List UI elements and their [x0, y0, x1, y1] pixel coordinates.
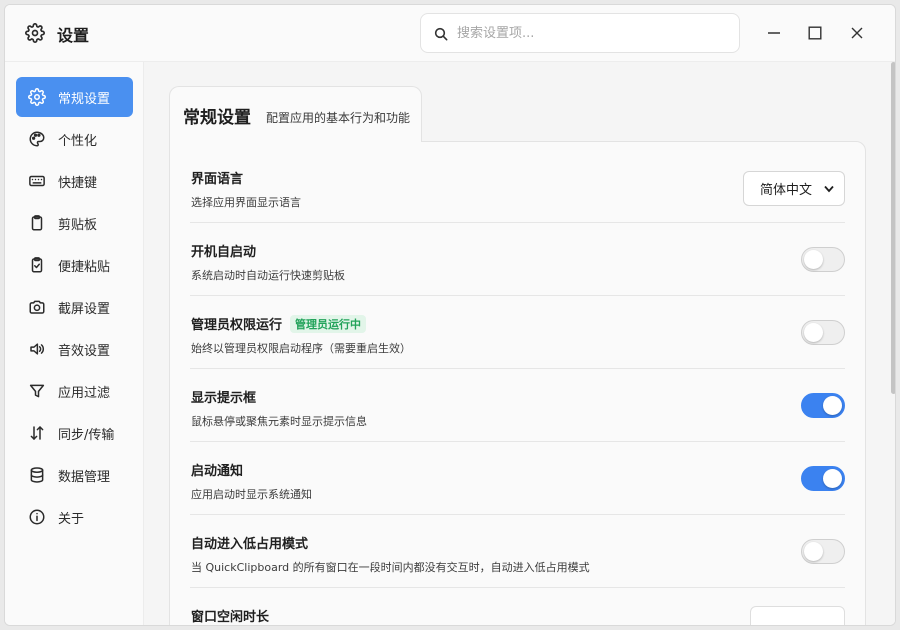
- sidebar-item-label: 剪贴板: [58, 217, 98, 233]
- clipboard-check-icon: [31, 257, 43, 273]
- speaker-icon: [30, 343, 44, 355]
- sidebar-item-sync[interactable]: 同步/传输: [16, 413, 133, 453]
- main-content: 常规设置 配置应用的基本行为和功能 界面语言 选择应用界面显示语言 简体中文 开…: [144, 62, 895, 625]
- setting-desc: 系统启动时自动运行快速剪贴板: [191, 269, 345, 282]
- setting-row-idle-duration: 窗口空闲时长: [190, 588, 845, 625]
- setting-title: 自动进入低占用模式: [191, 537, 309, 552]
- toggle-knob: [823, 396, 842, 415]
- section-title: 常规设置: [183, 108, 251, 128]
- idle-duration-input[interactable]: [750, 606, 845, 625]
- status-badge: 管理员运行中: [290, 314, 367, 333]
- filter-icon: [29, 384, 45, 398]
- sidebar-item-label: 便捷粘贴: [58, 259, 111, 275]
- sidebar-item-quick-paste[interactable]: 便捷粘贴: [16, 245, 133, 285]
- setting-title: 界面语言: [191, 172, 244, 187]
- search-icon: [434, 27, 448, 41]
- notification-toggle[interactable]: [801, 466, 845, 491]
- low-usage-toggle[interactable]: [801, 539, 845, 564]
- setting-desc: 鼠标悬停或聚焦元素时显示提示信息: [191, 415, 367, 428]
- setting-row-language: 界面语言 选择应用界面显示语言 简体中文: [190, 150, 845, 223]
- toggle-knob: [823, 469, 842, 488]
- setting-title: 开机自启动: [191, 245, 257, 260]
- sidebar-item-shortcuts[interactable]: 快捷键: [16, 161, 133, 201]
- sidebar-item-label: 同步/传输: [58, 427, 115, 443]
- window-title: 设置: [57, 26, 90, 45]
- language-select[interactable]: 简体中文: [743, 171, 845, 206]
- sidebar-item-label: 音效设置: [58, 343, 111, 359]
- toggle-knob: [804, 250, 823, 269]
- settings-window: 设置 常规设置 个性化 快捷键: [4, 4, 896, 626]
- close-button[interactable]: [843, 19, 871, 47]
- sidebar-item-personalize[interactable]: 个性化: [16, 119, 133, 159]
- tab-general[interactable]: 常规设置 配置应用的基本行为和功能: [169, 86, 422, 142]
- toggle-knob: [804, 323, 823, 342]
- sidebar-item-label: 关于: [58, 511, 85, 527]
- search-input[interactable]: [457, 22, 727, 44]
- clipboard-icon: [31, 215, 43, 231]
- sidebar-item-label: 截屏设置: [58, 301, 111, 317]
- close-icon: [851, 27, 863, 39]
- setting-title: 显示提示框: [191, 391, 257, 406]
- minimize-icon: [768, 32, 780, 34]
- title-bar: 设置: [5, 5, 895, 62]
- sidebar-item-clipboard[interactable]: 剪贴板: [16, 203, 133, 243]
- info-icon: [29, 509, 45, 525]
- chevron-down-icon: [824, 185, 834, 193]
- minimize-button[interactable]: [760, 19, 788, 47]
- setting-desc: 始终以管理员权限启动程序（需要重启生效）: [191, 342, 411, 355]
- admin-toggle[interactable]: [801, 320, 845, 345]
- sidebar-item-label: 数据管理: [58, 469, 111, 485]
- sidebar-item-about[interactable]: 关于: [16, 497, 133, 537]
- section-subtitle: 配置应用的基本行为和功能: [266, 111, 411, 125]
- palette-icon: [29, 131, 45, 147]
- language-select-value: 简体中文: [760, 183, 813, 198]
- setting-row-low-usage: 自动进入低占用模式 当 QuickClipboard 的所有窗口在一段时间内都没…: [190, 515, 845, 588]
- camera-icon: [29, 300, 45, 314]
- setting-row-tooltip: 显示提示框 鼠标悬停或聚焦元素时显示提示信息: [190, 369, 845, 442]
- sidebar-item-label: 应用过滤: [58, 385, 111, 401]
- setting-desc: 应用启动时显示系统通知: [191, 488, 312, 501]
- sidebar-item-label: 常规设置: [58, 91, 111, 107]
- setting-title: 启动通知: [191, 464, 244, 479]
- setting-title: 管理员权限运行 管理员运行中: [191, 314, 367, 333]
- setting-row-notification: 启动通知 应用启动时显示系统通知: [190, 442, 845, 515]
- setting-row-autostart: 开机自启动 系统启动时自动运行快速剪贴板: [190, 223, 845, 296]
- sidebar-item-app-filter[interactable]: 应用过滤: [16, 371, 133, 411]
- search-box[interactable]: [420, 13, 740, 53]
- sidebar-item-sound[interactable]: 音效设置: [16, 329, 133, 369]
- setting-row-admin: 管理员权限运行 管理员运行中 始终以管理员权限启动程序（需要重启生效）: [190, 296, 845, 369]
- sidebar-item-label: 个性化: [58, 133, 98, 149]
- maximize-icon: [808, 26, 822, 40]
- sidebar-item-data[interactable]: 数据管理: [16, 455, 133, 495]
- sidebar-item-general[interactable]: 常规设置: [16, 77, 133, 117]
- autostart-toggle[interactable]: [801, 247, 845, 272]
- toggle-knob: [804, 542, 823, 561]
- tooltip-toggle[interactable]: [801, 393, 845, 418]
- setting-title: 窗口空闲时长: [191, 610, 270, 625]
- sidebar-item-label: 快捷键: [58, 175, 98, 191]
- database-icon: [30, 467, 44, 483]
- sidebar-item-screenshot[interactable]: 截屏设置: [16, 287, 133, 327]
- scrollbar-thumb[interactable]: [891, 62, 895, 394]
- settings-panel: 界面语言 选择应用界面显示语言 简体中文 开机自启动 系统启动时自动运行快速剪贴…: [169, 141, 866, 625]
- gear-icon: [25, 23, 45, 43]
- maximize-button[interactable]: [801, 19, 829, 47]
- sidebar: 常规设置 个性化 快捷键 剪贴板 便捷粘贴 截屏设置 音效设置 应用过滤 同步/…: [5, 62, 144, 625]
- sync-arrows-icon: [30, 426, 44, 440]
- setting-desc: 当 QuickClipboard 的所有窗口在一段时间内都没有交互时，自动进入低…: [191, 561, 590, 574]
- gear-icon: [28, 88, 46, 106]
- setting-title-text: 管理员权限运行: [191, 318, 283, 333]
- setting-desc: 选择应用界面显示语言: [191, 196, 301, 209]
- scrollbar[interactable]: [891, 62, 895, 625]
- keyboard-icon: [29, 175, 45, 187]
